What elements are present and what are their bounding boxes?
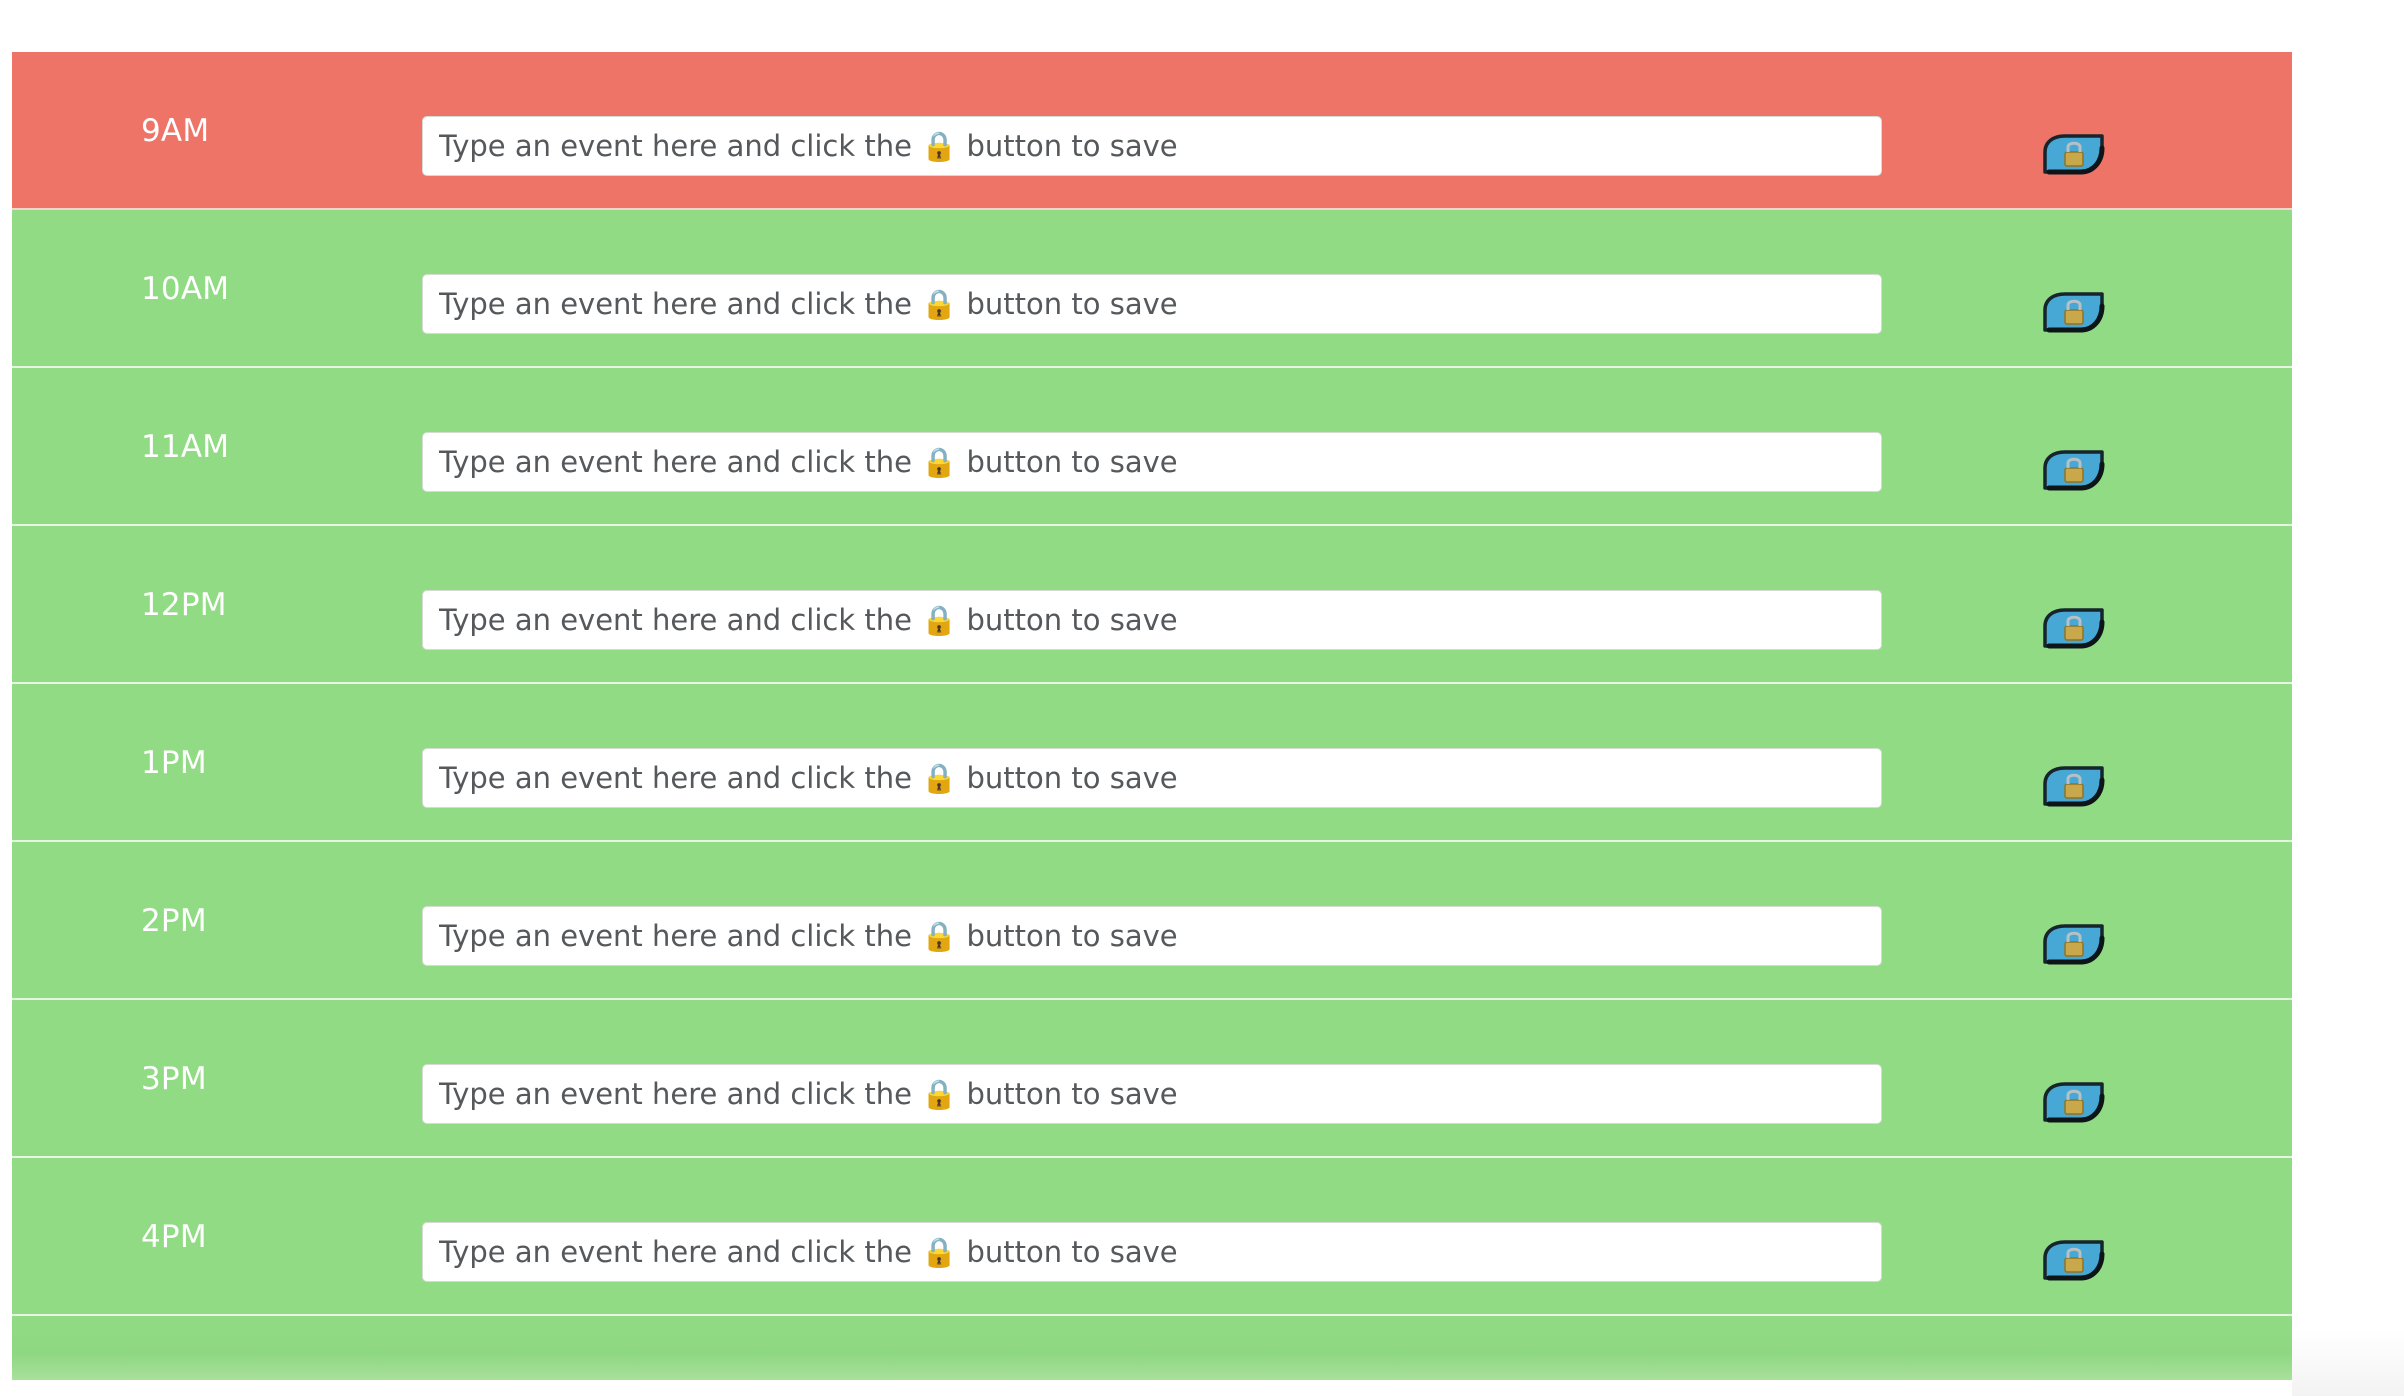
save-button[interactable] xyxy=(2041,764,2105,808)
lock-icon xyxy=(2043,608,2105,649)
save-button[interactable] xyxy=(2041,1238,2105,1282)
save-button[interactable] xyxy=(2041,290,2105,334)
save-button[interactable] xyxy=(2041,922,2105,966)
event-input[interactable] xyxy=(422,274,1882,334)
save-button[interactable] xyxy=(2041,448,2105,492)
lock-icon xyxy=(2043,1240,2105,1281)
time-block: 11AM xyxy=(12,368,2292,526)
hour-label: 4PM xyxy=(141,1219,207,1255)
time-block: 2PM xyxy=(12,842,2292,1000)
hour-label: 12PM xyxy=(141,587,227,623)
time-block: 1PM xyxy=(12,684,2292,842)
time-block: 9AM xyxy=(12,52,2292,210)
lock-icon xyxy=(2043,924,2105,965)
lock-icon xyxy=(2043,134,2105,175)
time-block: 4PM xyxy=(12,1158,2292,1316)
hour-label: 11AM xyxy=(141,429,230,465)
event-input[interactable] xyxy=(422,1064,1882,1124)
hour-label: 1PM xyxy=(141,745,207,781)
event-input[interactable] xyxy=(422,116,1882,176)
schedule: 9AM 10AM 11AM xyxy=(12,52,2292,1380)
save-button[interactable] xyxy=(2041,1080,2105,1124)
page: 9AM 10AM 11AM xyxy=(0,0,2404,1396)
time-block: 3PM xyxy=(12,1000,2292,1158)
lock-icon xyxy=(2043,766,2105,807)
lock-icon xyxy=(2043,450,2105,491)
event-input[interactable] xyxy=(422,432,1882,492)
event-input[interactable] xyxy=(422,590,1882,650)
time-block: 10AM xyxy=(12,210,2292,368)
event-input[interactable] xyxy=(422,1222,1882,1282)
time-block-partial xyxy=(12,1316,2292,1380)
scroll-shadow xyxy=(2292,1330,2404,1396)
event-input[interactable] xyxy=(422,748,1882,808)
save-button[interactable] xyxy=(2041,132,2105,176)
time-block: 12PM xyxy=(12,526,2292,684)
hour-label: 3PM xyxy=(141,1061,207,1097)
lock-icon xyxy=(2043,1082,2105,1123)
event-input[interactable] xyxy=(422,906,1882,966)
hour-label: 10AM xyxy=(141,271,230,307)
save-button[interactable] xyxy=(2041,606,2105,650)
lock-icon xyxy=(2043,292,2105,333)
hour-label: 2PM xyxy=(141,903,207,939)
hour-label: 9AM xyxy=(141,113,210,149)
